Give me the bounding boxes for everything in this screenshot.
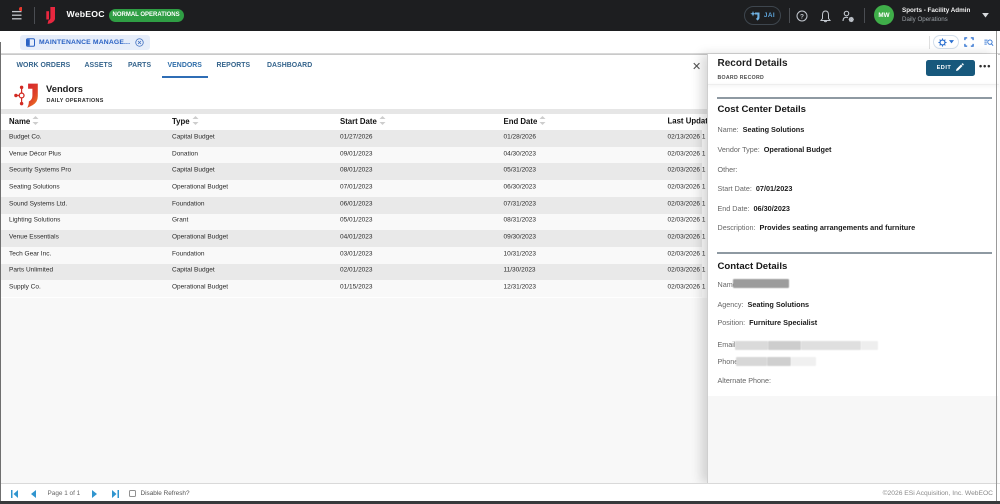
svg-text:?: ? <box>800 14 804 21</box>
